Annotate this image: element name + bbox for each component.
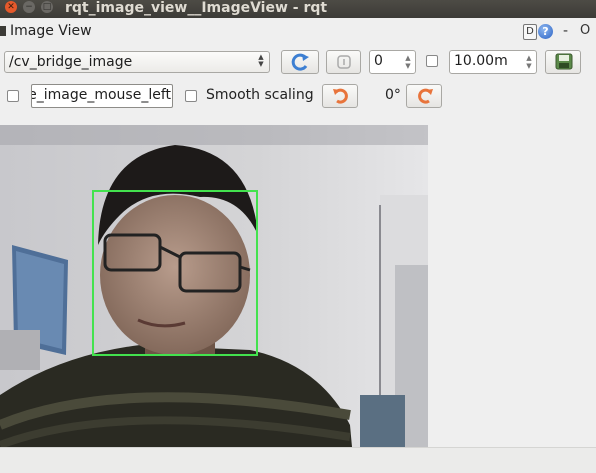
plugin-header: Image View D ? - O: [0, 22, 596, 42]
smooth-scaling-label: Smooth scaling: [206, 87, 314, 103]
window-close-button[interactable]: ✕: [5, 1, 17, 13]
mouse-topic-field[interactable]: e_image_mouse_left: [31, 84, 173, 108]
rotate-left-icon: [333, 88, 348, 104]
plugin-title: Image View: [10, 23, 92, 39]
window-minimize-button[interactable]: −: [23, 1, 35, 13]
rotation-value: 0°: [385, 87, 401, 103]
save-image-button[interactable]: [545, 50, 581, 74]
max-range-spinbox[interactable]: 10.00m ▲ ▼: [449, 50, 537, 74]
window-titlebar: ✕ − □ rqt_image_view__ImageView - rqt: [0, 0, 596, 18]
spin-arrows-icon[interactable]: ▲ ▼: [524, 54, 534, 70]
status-bar: [0, 447, 596, 473]
smooth-scaling-checkbox[interactable]: [185, 90, 197, 102]
save-icon: [555, 53, 573, 70]
mouse-topic-value: e_image_mouse_left: [31, 87, 171, 103]
zoom-1-button[interactable]: [326, 50, 361, 74]
rotate-left-button[interactable]: [322, 84, 358, 108]
rotate-right-icon: [418, 88, 433, 104]
camera-frame: [0, 125, 428, 447]
spin-arrows-icon[interactable]: ▲ ▼: [403, 54, 413, 70]
help-icon[interactable]: ?: [538, 24, 553, 39]
max-range-value: 10.00m: [454, 53, 508, 69]
gridlines-value: 0: [374, 53, 383, 69]
gridlines-checkbox[interactable]: [426, 55, 438, 67]
camera-image[interactable]: [0, 125, 428, 447]
plugin-minimize-button[interactable]: -: [563, 23, 568, 39]
chevron-updown-icon: ▲ ▼: [258, 53, 264, 68]
refresh-topics-button[interactable]: [281, 50, 319, 74]
mouse-publish-checkbox[interactable]: [7, 90, 19, 102]
window-maximize-button[interactable]: □: [41, 1, 53, 13]
gridlines-spinbox[interactable]: 0 ▲ ▼: [369, 50, 416, 74]
plugin-close-button[interactable]: O: [580, 23, 590, 38]
topic-select-value: /cv_bridge_image: [9, 54, 133, 70]
topic-select[interactable]: /cv_bridge_image ▲ ▼: [4, 51, 270, 73]
rotate-right-button[interactable]: [406, 84, 442, 108]
dock-handle[interactable]: [0, 26, 6, 36]
window-title: rqt_image_view__ImageView - rqt: [65, 0, 328, 16]
refresh-icon: [291, 53, 309, 71]
dock-toggle-button[interactable]: D: [523, 24, 537, 40]
zoom-1-icon: [337, 55, 351, 69]
